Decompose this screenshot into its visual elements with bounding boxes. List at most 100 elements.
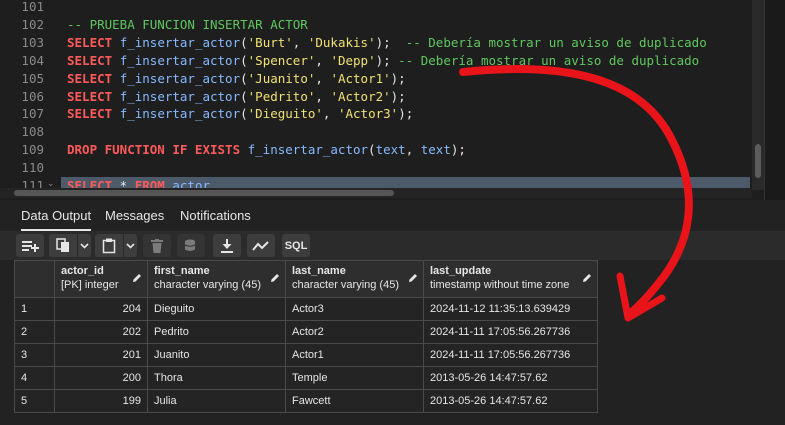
line-number: 109 (21, 142, 44, 158)
code-token: -- Debería mostrar un aviso de duplicado (405, 34, 707, 50)
tab-data-output[interactable]: Data Output (21, 201, 92, 231)
copy-icon (56, 238, 69, 252)
column-name: last_name (292, 265, 346, 277)
cell-last-name[interactable]: Actor1 (285, 343, 424, 367)
delete-row-button[interactable] (143, 234, 171, 257)
code-token: 'Actor2' (330, 88, 391, 104)
editor-horizontal-scroll-thumb[interactable] (14, 190, 394, 196)
column-name: first_name (154, 265, 210, 277)
column-header-first-name[interactable]: first_name character varying (45) (147, 260, 286, 298)
paste-icon (102, 238, 116, 253)
code-line[interactable]: SELECT f_insertar_actor('Pedrito', 'Acto… (67, 88, 406, 106)
cell-first-name[interactable]: Juanito (147, 343, 286, 367)
column-header-actor-id[interactable]: actor_id [PK] integer (54, 260, 148, 298)
column-name: actor_id (61, 265, 104, 277)
sql-label: SQL (284, 239, 308, 252)
cell-first-name[interactable]: Pedrito (147, 320, 286, 344)
code-token: f_insertar_actor (119, 70, 241, 86)
code-token: ( (240, 34, 248, 50)
code-token: ); (375, 34, 406, 50)
table-row[interactable]: 5 199 Julia Fawcett 2013-05-26 14:47:57.… (14, 389, 598, 413)
save-data-button[interactable] (177, 234, 205, 257)
line-number: 102 (21, 16, 44, 32)
graph-visualiser-button[interactable] (247, 234, 275, 257)
cell-last-update[interactable]: 2013-05-26 14:47:57.62 (423, 389, 598, 413)
copy-button[interactable] (49, 234, 77, 257)
cell-last-name[interactable]: Actor3 (285, 297, 424, 321)
code-line[interactable]: -- PRUEBA FUNCION INSERTAR ACTOR (67, 16, 308, 34)
line-number: 110 (21, 160, 44, 176)
chevron-down-icon (80, 242, 89, 249)
row-number-header (14, 260, 55, 298)
column-name: last_update (430, 265, 492, 277)
code-line[interactable]: SELECT f_insertar_actor('Spencer', 'Depp… (67, 52, 699, 70)
line-number: 101 (21, 0, 44, 14)
code-area[interactable]: -- PRUEBA FUNCION INSERTAR ACTOR SELECT f… (61, 0, 750, 195)
cell-first-name[interactable]: Thora (147, 366, 286, 390)
cell-actor-id[interactable]: 202 (54, 320, 148, 344)
cell-actor-id[interactable]: 200 (54, 366, 148, 390)
code-line[interactable]: DROP FUNCTION IF EXISTS f_insertar_actor… (67, 141, 466, 159)
table-row[interactable]: 1 204 Dieguito Actor3 2024-11-12 11:35:1… (14, 297, 598, 321)
result-toolbar: SQL (0, 231, 785, 260)
paste-button[interactable] (95, 234, 123, 257)
code-token: 'Depp' (330, 52, 376, 68)
row-number[interactable]: 1 (14, 297, 55, 321)
row-number[interactable]: 2 (14, 320, 55, 344)
code-token: f_insertar_actor (119, 34, 241, 50)
table-row[interactable]: 3 201 Juanito Actor1 2024-11-11 17:05:56… (14, 343, 598, 367)
editor-horizontal-scrollbar[interactable] (0, 188, 752, 198)
row-number[interactable]: 5 (14, 389, 55, 413)
editor-vertical-scroll-thumb[interactable] (755, 144, 761, 178)
column-header-last-update[interactable]: last_update timestamp without time zone (423, 260, 598, 298)
cell-last-name[interactable]: Temple (285, 366, 424, 390)
row-number[interactable]: 4 (14, 366, 55, 390)
column-header-last-name[interactable]: last_name character varying (45) (285, 260, 424, 298)
cell-actor-id[interactable]: 204 (54, 297, 148, 321)
sql-button[interactable]: SQL (282, 234, 310, 257)
cell-first-name[interactable]: Julia (147, 389, 286, 413)
paste-options-dropdown[interactable] (123, 234, 137, 257)
line-number-gutter: 101 102 103 104 105 106 107 108 109 110 111 ⌄ (0, 0, 60, 193)
code-token: f_insertar_actor (119, 52, 241, 68)
code-token: ( (240, 106, 248, 122)
line-number: 107 (21, 106, 44, 122)
line-number: 108 (21, 124, 44, 140)
table-row[interactable]: 4 200 Thora Temple 2013-05-26 14:47:57.6… (14, 366, 598, 390)
cell-last-update[interactable]: 2024-11-12 11:35:13.639429 (423, 297, 598, 321)
editor-vertical-scrollbar[interactable] (752, 0, 764, 190)
code-token: ( (240, 70, 248, 86)
cell-actor-id[interactable]: 201 (54, 343, 148, 367)
code-token: 'Actor3' (337, 106, 399, 122)
code-token: DROP FUNCTION IF EXISTS (67, 142, 241, 158)
code-token: ( (240, 52, 248, 68)
code-line[interactable]: SELECT f_insertar_actor('Juanito', 'Acto… (67, 70, 406, 88)
download-button[interactable] (213, 234, 241, 257)
line-number: 105 (21, 70, 44, 86)
chevron-down-icon (126, 242, 135, 249)
add-row-button[interactable] (16, 234, 44, 257)
cell-last-name[interactable]: Actor2 (285, 320, 424, 344)
cell-actor-id[interactable]: 199 (54, 389, 148, 413)
tab-notifications[interactable]: Notifications (180, 201, 251, 231)
code-line[interactable]: SELECT f_insertar_actor('Dieguito', 'Act… (67, 105, 413, 123)
cell-last-update[interactable]: 2024-11-11 17:05:56.267736 (423, 320, 598, 344)
code-token: 'Spencer' (247, 52, 316, 68)
code-line[interactable]: SELECT f_insertar_actor('Burt', 'Dukakis… (67, 34, 707, 52)
cell-first-name[interactable]: Dieguito (147, 297, 286, 321)
trash-icon (151, 238, 163, 253)
row-number[interactable]: 3 (14, 343, 55, 367)
cell-last-update[interactable]: 2024-11-11 17:05:56.267736 (423, 343, 598, 367)
code-token: 'Dieguito' (247, 106, 323, 122)
code-token: ( (368, 142, 376, 158)
table-row[interactable]: 2 202 Pedrito Actor2 2024-11-11 17:05:56… (14, 320, 598, 344)
cell-last-update[interactable]: 2013-05-26 14:47:57.62 (423, 366, 598, 390)
code-token: f_insertar_actor (247, 142, 369, 158)
copy-options-dropdown[interactable] (77, 234, 91, 257)
tab-messages[interactable]: Messages (105, 201, 164, 231)
cell-last-name[interactable]: Fawcett (285, 389, 424, 413)
query-editor[interactable]: 101 102 103 104 105 106 107 108 109 110 111 ⌄ -- PR… (0, 0, 785, 200)
code-token: text (375, 142, 406, 158)
